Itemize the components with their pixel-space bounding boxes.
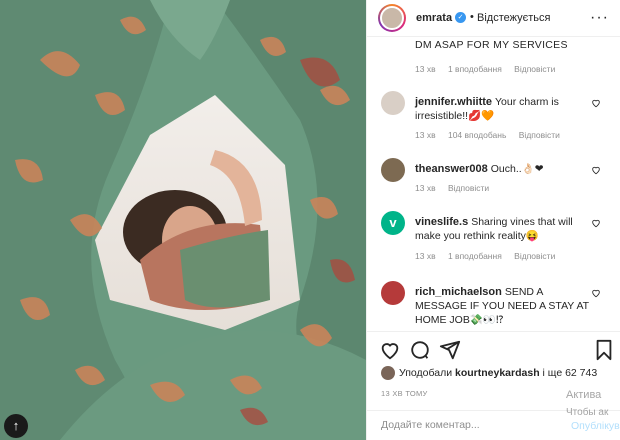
caption-reply[interactable]: Відповісти (514, 64, 555, 74)
like-heart-icon[interactable] (379, 339, 401, 361)
commenter-username[interactable]: theanswer008 (415, 163, 488, 175)
commenter-username[interactable]: rich_michaelson (415, 286, 502, 298)
post-panel: emrata ✓ • Відстежується ··· DM ASAP FOR… (366, 0, 620, 440)
caption-likes[interactable]: 1 вподобання (448, 64, 502, 74)
commenter-avatar[interactable] (381, 281, 405, 305)
commenter-username[interactable]: jennifer.whiitte (415, 96, 492, 108)
like-comment-heart-icon[interactable] (591, 218, 601, 228)
comment-body: Ouch..👌🏻❤ (490, 163, 544, 175)
caption-meta: 13 хв 1 вподобання Відповісти (415, 64, 565, 74)
caption-fragment: DM ASAP FOR MY SERVICES (415, 39, 568, 51)
comment-text: theanswer008 Ouch..👌🏻❤ (415, 162, 595, 176)
comment-text: rich_michaelson SEND A MESSAGE IF YOU NEE… (415, 285, 595, 327)
comment-likes[interactable]: 104 вподобань (448, 130, 506, 140)
windows-activation-watermark-line2: Чтобы ак (566, 407, 609, 418)
photo-illustration (0, 0, 366, 440)
post-actions (367, 331, 620, 365)
comment-time: 13 хв (415, 130, 436, 140)
commenter-avatar[interactable] (381, 91, 405, 115)
comments-list[interactable]: DM ASAP FOR MY SERVICES 13 хв 1 вподобан… (367, 37, 620, 331)
like-comment-heart-icon[interactable] (591, 288, 601, 298)
commenter-username[interactable]: vineslife.s (415, 216, 468, 228)
post-photo[interactable] (0, 0, 366, 440)
comment-bubble-icon[interactable] (409, 339, 431, 361)
post-header: emrata ✓ • Відстежується ··· (367, 0, 620, 37)
commenter-avatar[interactable] (381, 158, 405, 182)
author-avatar[interactable] (378, 4, 406, 32)
corner-logo: ↑ (4, 414, 28, 438)
save-bookmark-icon[interactable] (593, 339, 615, 361)
comment-reply[interactable]: Відповісти (514, 251, 555, 261)
likes-prefix: Уподобали (399, 366, 453, 379)
post-comment-button[interactable]: Опублікувати (571, 420, 620, 432)
comment-time: 13 хв (415, 251, 436, 261)
author-username[interactable]: emrata (416, 12, 452, 24)
post-timestamp: 13 ХВ ТОМУ (381, 389, 428, 398)
vine-logo-avatar[interactable]: v (381, 211, 405, 235)
comment-likes[interactable]: 1 вподобання (448, 251, 502, 261)
more-icon[interactable]: ··· (590, 9, 609, 27)
liker-username[interactable]: kourtneykardash (455, 367, 540, 379)
share-icon[interactable] (439, 339, 461, 361)
follow-status-button[interactable]: Відстежується (477, 12, 550, 24)
likes-summary[interactable]: Уподобали kourtneykardash і ще 62 743 (381, 366, 597, 380)
comment-reply[interactable]: Відповісти (519, 130, 560, 140)
comment-text: vineslife.s Sharing vines that will make … (415, 215, 595, 243)
like-comment-heart-icon[interactable] (591, 165, 601, 175)
verified-badge-icon: ✓ (455, 12, 466, 23)
comment-input[interactable] (381, 419, 551, 431)
comment-reply[interactable]: Відповісти (448, 183, 489, 193)
comment-meta: 13 хв Відповісти (415, 183, 499, 193)
liker-avatar (381, 366, 395, 380)
like-comment-heart-icon[interactable] (591, 98, 601, 108)
comment-meta: 13 хв 104 вподобань Відповісти (415, 130, 570, 140)
comment-time: 13 хв (415, 183, 436, 193)
caption-time: 13 хв (415, 64, 436, 74)
likes-count[interactable]: і ще 62 743 (543, 367, 598, 379)
comment-text: jennifer.whiitte Your charm is irresistib… (415, 95, 595, 123)
separator-dot: • (470, 11, 474, 23)
windows-activation-watermark: Актива (566, 389, 602, 401)
comment-meta: 13 хв 1 вподобання Відповісти (415, 251, 565, 261)
